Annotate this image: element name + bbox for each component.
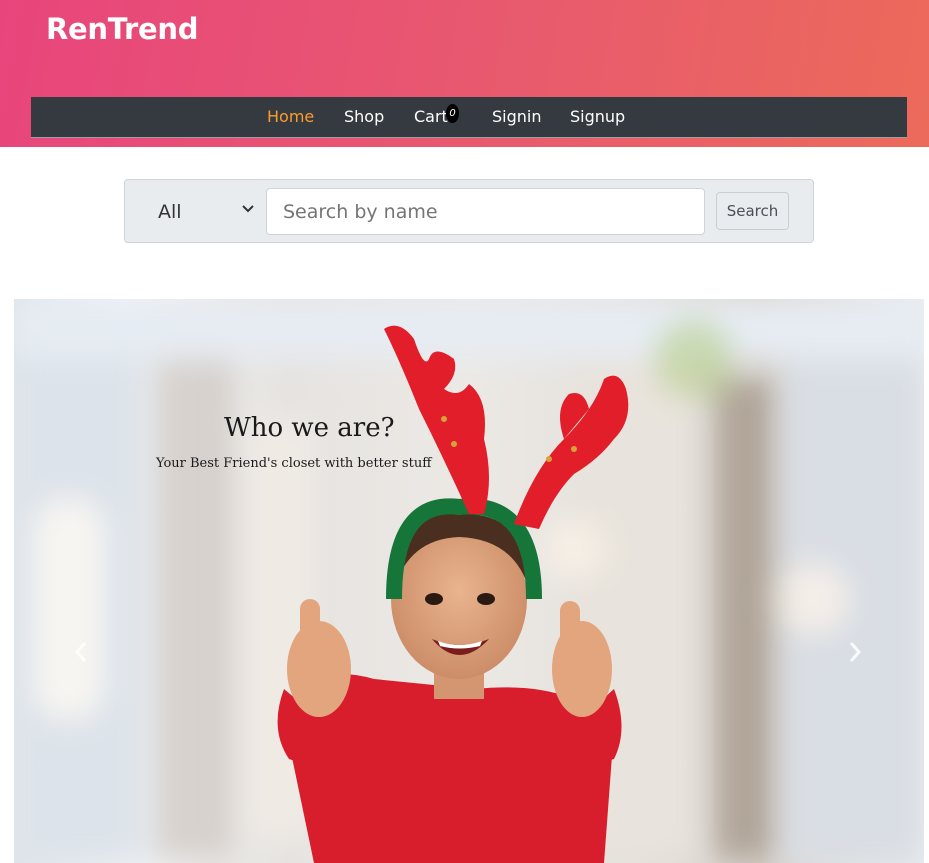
nav-cart[interactable]: Cart: [414, 107, 448, 126]
nav-home[interactable]: Home: [267, 107, 314, 126]
category-select[interactable]: All: [134, 198, 260, 228]
brand-logo[interactable]: RenTrend: [46, 12, 199, 46]
chevron-down-icon: [242, 203, 254, 217]
cart-count-badge: 0: [446, 104, 459, 123]
hero-image: [14, 299, 924, 863]
carousel-prev-button[interactable]: [74, 640, 88, 670]
hero-carousel: [14, 299, 924, 863]
main-navbar: Home Shop Cart Signin Signup: [31, 97, 907, 138]
carousel-next-button[interactable]: [848, 640, 862, 670]
search-button[interactable]: Search: [716, 192, 789, 230]
chevron-right-icon: [848, 640, 862, 670]
nav-signin[interactable]: Signin: [492, 107, 541, 126]
chevron-left-icon: [74, 640, 88, 670]
carousel-caption-subtitle: Your Best Friend's closet with better st…: [156, 456, 432, 471]
nav-shop[interactable]: Shop: [344, 107, 384, 126]
category-select-value: All: [158, 201, 182, 223]
carousel-caption-title: Who we are?: [224, 413, 395, 443]
nav-signup[interactable]: Signup: [570, 107, 625, 126]
search-input[interactable]: [266, 188, 705, 235]
